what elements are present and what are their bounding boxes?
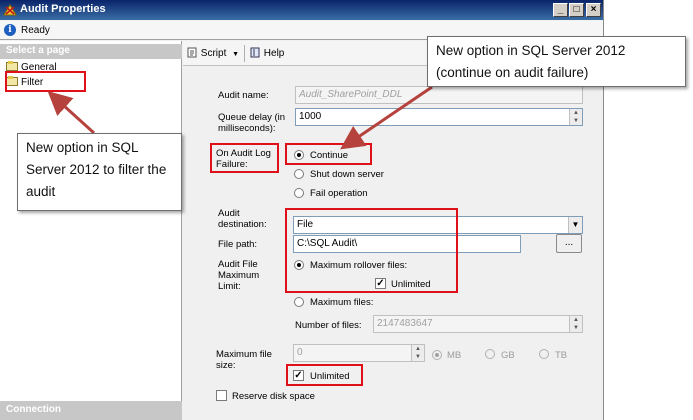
spin-up-icon: ▲ bbox=[573, 317, 579, 323]
queue-delay-label: Queue delay (in milliseconds): bbox=[218, 112, 286, 134]
unit-mb-label: MB bbox=[447, 350, 462, 361]
spin-down-icon: ▼ bbox=[573, 325, 579, 331]
chevron-down-icon[interactable]: ▼ bbox=[232, 51, 239, 58]
page-selector-pane: Select a page General Filter Connection bbox=[0, 41, 182, 420]
number-of-files-label: Number of files: bbox=[295, 320, 362, 331]
radio-fail-operation[interactable] bbox=[294, 188, 304, 198]
audit-name-input: Audit_SharePoint_DDL bbox=[295, 86, 583, 104]
sql-server-icon bbox=[3, 3, 17, 17]
failure-label-highlight-box bbox=[210, 143, 279, 173]
file-path-label: File path: bbox=[218, 239, 258, 250]
max-file-size-stepper: 0 ▲ ▼ bbox=[293, 344, 425, 362]
close-button[interactable]: × bbox=[586, 3, 601, 17]
spinner-buttons: ▲ ▼ bbox=[411, 345, 424, 361]
radio-unit-mb bbox=[432, 350, 442, 360]
radio-max-files[interactable] bbox=[294, 297, 304, 307]
max-files-label: Maximum files: bbox=[310, 297, 374, 308]
option-shut-down-label: Shut down server bbox=[310, 169, 384, 180]
select-page-header: Select a page bbox=[0, 44, 182, 59]
help-label: Help bbox=[263, 48, 285, 59]
filter-callout: New option in SQL Server 2012 to filter … bbox=[17, 133, 182, 211]
number-of-files-value: 2147483647 bbox=[377, 318, 433, 329]
maximize-button[interactable]: □ bbox=[569, 3, 584, 17]
script-icon bbox=[187, 47, 198, 59]
audit-name-label: Audit name: bbox=[218, 90, 269, 101]
queue-delay-value: 1000 bbox=[299, 111, 322, 122]
spinner-buttons[interactable]: ▲ ▼ bbox=[569, 109, 582, 125]
title-bar: Audit Properties _ □ × bbox=[0, 0, 603, 20]
continue-highlight-box bbox=[285, 143, 372, 165]
radio-unit-tb bbox=[539, 349, 549, 359]
minimize-button[interactable]: _ bbox=[553, 3, 568, 17]
browse-button[interactable]: ... bbox=[556, 234, 582, 253]
unlimited-size-highlight-box bbox=[286, 364, 363, 386]
max-file-size-label: Maximum file size: bbox=[216, 349, 272, 371]
spin-up-icon[interactable]: ▲ bbox=[570, 109, 582, 117]
filter-highlight-box bbox=[5, 71, 86, 92]
option-fail-operation-label: Fail operation bbox=[310, 188, 368, 199]
queue-delay-stepper[interactable]: 1000 ▲ ▼ bbox=[295, 108, 583, 126]
radio-shut-down-server[interactable] bbox=[294, 169, 304, 179]
unit-tb-label: TB bbox=[555, 350, 568, 361]
reserve-disk-checkbox[interactable] bbox=[216, 390, 227, 401]
spin-down-icon[interactable]: ▼ bbox=[570, 117, 582, 125]
max-limit-label: Audit File Maximum Limit: bbox=[218, 259, 260, 292]
destination-highlight-box bbox=[285, 208, 458, 293]
info-icon: i bbox=[4, 24, 16, 36]
script-button[interactable]: Script ▼ bbox=[187, 47, 239, 59]
page-icon bbox=[6, 61, 18, 71]
help-button[interactable]: Help bbox=[250, 47, 284, 59]
unit-gb-label: GB bbox=[501, 350, 515, 361]
script-label: Script bbox=[200, 48, 227, 59]
spin-down-icon: ▼ bbox=[415, 354, 421, 360]
reserve-disk-label: Reserve disk space bbox=[232, 391, 315, 402]
audit-destination-label: Audit destination: bbox=[218, 208, 267, 230]
max-file-size-value: 0 bbox=[297, 347, 303, 358]
chevron-down-icon[interactable]: ▼ bbox=[568, 217, 582, 233]
help-icon bbox=[250, 47, 261, 59]
spinner-buttons: ▲ ▼ bbox=[569, 316, 582, 332]
window-title: Audit Properties bbox=[20, 3, 106, 15]
spin-up-icon: ▲ bbox=[415, 346, 421, 352]
connection-header: Connection bbox=[0, 401, 182, 420]
radio-unit-gb bbox=[485, 349, 495, 359]
status-text: Ready bbox=[21, 25, 50, 36]
continue-callout: New option in SQL Server 2012 (continue … bbox=[427, 36, 686, 87]
number-of-files-stepper: 2147483647 ▲ ▼ bbox=[373, 315, 583, 333]
toolbar-separator bbox=[244, 45, 245, 62]
